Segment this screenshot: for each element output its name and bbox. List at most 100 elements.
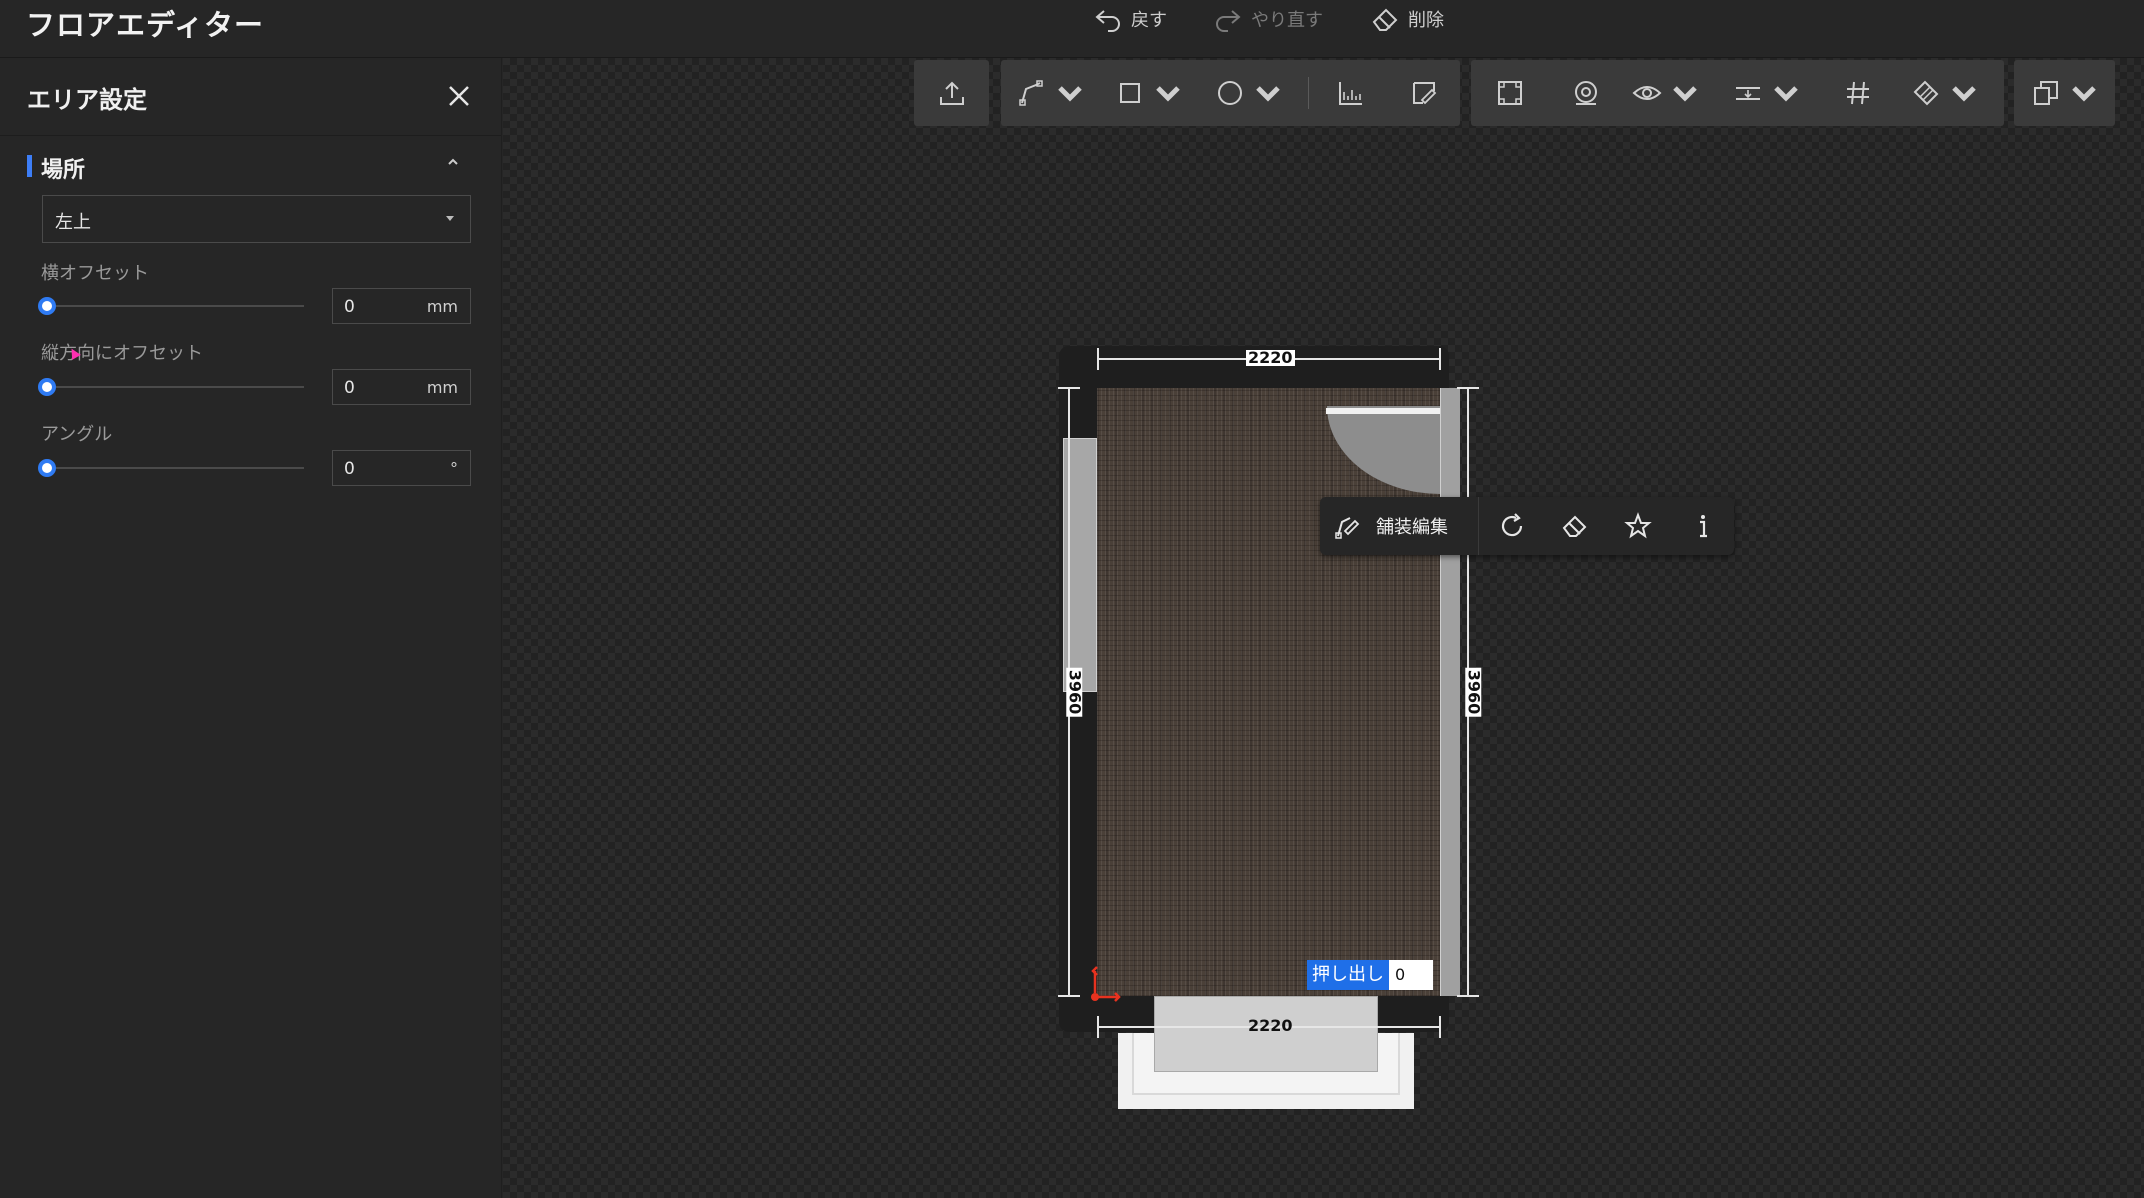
undo-label: 戻す [1131, 10, 1167, 31]
toolbar-group-upload [914, 60, 989, 126]
context-divider [1478, 497, 1479, 555]
edit-button[interactable] [1393, 60, 1455, 126]
delete-label: 削除 [1408, 10, 1444, 31]
angle-slider[interactable] [48, 467, 304, 469]
paving-edit-label: 舗装編集 [1376, 517, 1448, 538]
door-leaf [1326, 408, 1440, 414]
location-select-value: 左上 [55, 212, 91, 233]
upload-button[interactable] [914, 60, 989, 126]
horizontal-offset-slider[interactable] [48, 305, 304, 307]
area-settings-panel: エリア設定 場所 左上 横オフセット 0 mm 縦方向にオフセット 0 mm ア… [0, 58, 502, 1198]
refresh-icon [1501, 513, 1523, 537]
copy-button[interactable] [2022, 60, 2108, 126]
eraser-icon [1562, 515, 1587, 537]
toolbar-group-view [1471, 60, 2004, 126]
horizontal-offset-value: 0 [344, 297, 355, 317]
dimension-tick [1457, 387, 1479, 389]
angle-input[interactable]: 0 ° [332, 450, 471, 486]
vertical-offset-input[interactable]: 0 mm [332, 369, 471, 405]
undo-button[interactable]: 戻す [1093, 4, 1167, 34]
section-title: 場所 [41, 158, 86, 183]
vertical-offset-slider-thumb[interactable] [38, 378, 56, 396]
camera-view-icon [1575, 81, 1597, 105]
close-icon[interactable] [445, 82, 473, 110]
angle-slider-thumb[interactable] [38, 459, 56, 477]
chevron-down-icon [1774, 86, 1798, 102]
extrude-control[interactable]: 押し出し 0 [1307, 960, 1433, 990]
dimension-tick [1058, 387, 1080, 389]
chevron-down-icon [1256, 86, 1280, 102]
right-wall-segment[interactable] [1440, 388, 1460, 996]
star-icon [1624, 512, 1652, 539]
dimension-tick [1097, 348, 1099, 370]
favorite-button[interactable] [1624, 497, 1652, 555]
paving-edit-icon [1335, 517, 1360, 539]
upload-icon [939, 81, 964, 105]
horizontal-offset-unit: mm [426, 297, 458, 316]
dimension-tick [1457, 995, 1479, 997]
vertical-offset-value: 0 [344, 378, 355, 398]
circle-icon [1218, 81, 1242, 105]
floor-context-toolbar: 舗装編集 [1320, 497, 1734, 555]
paint-button[interactable] [1903, 60, 1987, 126]
chevron-down-icon [1673, 86, 1697, 102]
eraser-icon [1372, 8, 1398, 31]
toolbar-group-copy [2014, 60, 2115, 126]
paving-edit-button[interactable]: 舗装編集 [1334, 497, 1448, 555]
top-bar: フロアエディター 戻す やり直す 削除 [0, 0, 2144, 58]
paint-icon [1913, 80, 1939, 106]
dimension-tick [1439, 1016, 1441, 1038]
dimension-tick [1058, 995, 1080, 997]
rotate-button[interactable] [1498, 497, 1526, 555]
delete-button[interactable]: 削除 [1370, 4, 1444, 34]
select-area-icon [1498, 81, 1522, 105]
horizontal-offset-label: 横オフセット [41, 263, 149, 284]
grid-icon [1847, 81, 1869, 105]
draw-wall-button[interactable] [1013, 60, 1089, 126]
rectangle-button[interactable] [1111, 60, 1187, 126]
extrude-input[interactable]: 0 [1389, 960, 1433, 990]
right-dimension-label: 3960 [1464, 667, 1484, 717]
top-dimension-label: 2220 [1246, 348, 1295, 367]
info-icon [1700, 515, 1707, 538]
redo-button[interactable]: やり直す [1213, 4, 1323, 34]
caret-down-icon [446, 216, 454, 221]
align-button[interactable] [1727, 60, 1807, 126]
info-button[interactable] [1689, 497, 1717, 555]
ruler-icon [1339, 82, 1362, 105]
origin-marker-icon[interactable] [1089, 963, 1125, 1003]
visibility-button[interactable] [1626, 60, 1706, 126]
edit-icon [1413, 82, 1437, 105]
location-select[interactable]: 左上 [42, 195, 471, 243]
eye-icon [1632, 86, 1662, 100]
dimension-tick [1097, 1016, 1099, 1038]
dimension-tick [1439, 348, 1441, 370]
toolbar-group-draw [1001, 60, 1460, 126]
draw-wall-icon [1019, 80, 1043, 106]
chevron-up-icon[interactable] [446, 155, 460, 169]
horizontal-offset-slider-thumb[interactable] [38, 297, 56, 315]
vertical-offset-slider[interactable] [48, 386, 304, 388]
camera-view-button[interactable] [1557, 60, 1615, 126]
rectangle-icon [1120, 83, 1140, 103]
erase-button[interactable] [1561, 497, 1589, 555]
circle-button[interactable] [1211, 60, 1287, 126]
vertical-offset-label: 縦方向にオフセット [41, 343, 203, 364]
copy-icon [2034, 81, 2058, 105]
panel-title: エリア設定 [27, 86, 147, 114]
panel-header: エリア設定 [0, 58, 501, 136]
chevron-down-icon [1156, 86, 1180, 102]
angle-unit: ° [450, 459, 458, 478]
redo-label: やり直す [1251, 10, 1323, 31]
chevron-down-icon [1058, 86, 1082, 102]
select-area-button[interactable] [1481, 60, 1539, 126]
redo-icon [1216, 10, 1241, 32]
bottom-dimension-label: 2220 [1248, 1016, 1293, 1035]
horizontal-offset-input[interactable]: 0 mm [332, 288, 471, 324]
extrude-label: 押し出し [1307, 960, 1389, 990]
vertical-offset-unit: mm [426, 378, 458, 397]
align-icon [1736, 87, 1760, 100]
grid-button[interactable] [1829, 60, 1887, 126]
section-accent-bar [27, 155, 32, 177]
ruler-button[interactable] [1319, 60, 1381, 126]
